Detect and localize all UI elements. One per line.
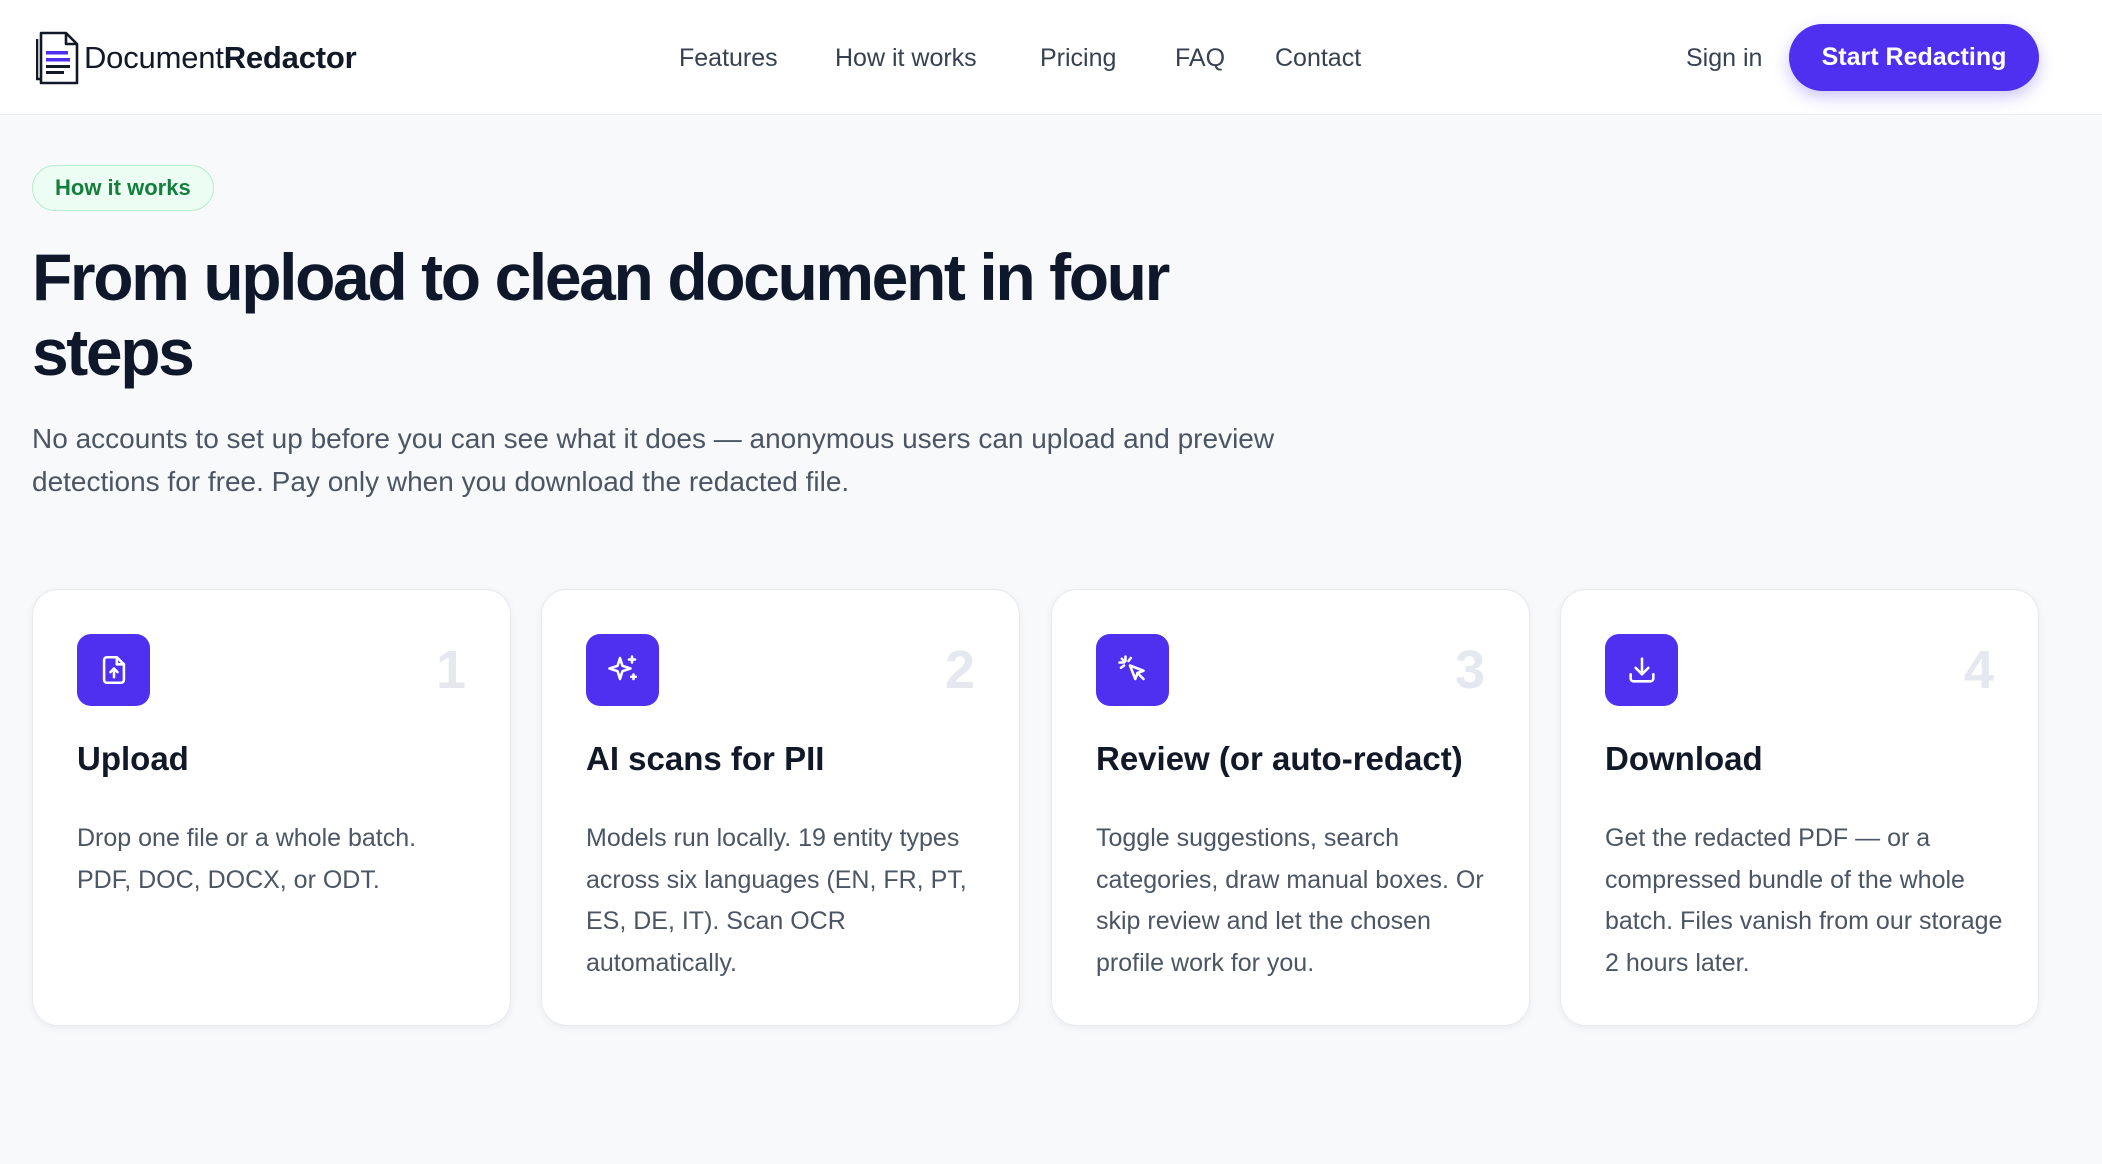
sparkles-icon	[586, 634, 659, 706]
sign-in-link[interactable]: Sign in	[1686, 38, 1762, 78]
nav-how-it-works[interactable]: How it works	[835, 38, 977, 78]
step-description: Toggle suggestions, search categories, d…	[1096, 824, 1484, 977]
step-card-upload: 1 Upload Drop one file or a whole batch.…	[32, 589, 511, 1026]
file-upload-icon	[77, 634, 150, 706]
cursor-click-icon	[1096, 634, 1169, 706]
step-card-download: 4 Download Get the redacted PDF — or a c…	[1560, 589, 2039, 1026]
nav-contact[interactable]: Contact	[1275, 38, 1361, 78]
step-description: Models run locally. 19 entity types acro…	[586, 824, 967, 977]
step-number: 2	[944, 640, 975, 700]
step-number: 3	[1454, 640, 1485, 700]
step-title: Download	[1605, 740, 1763, 777]
nav-faq[interactable]: FAQ	[1175, 38, 1225, 78]
download-icon	[1605, 634, 1678, 706]
step-number: 1	[435, 640, 466, 700]
step-card-ai-scan: 2 AI scans for PII Models run locally. 1…	[541, 589, 1020, 1026]
step-description: Drop one file or a whole batch. PDF, DOC…	[77, 824, 417, 894]
nav-features[interactable]: Features	[679, 38, 778, 78]
step-card-review: 3 Review (or auto-redact) Toggle suggest…	[1051, 589, 1530, 1026]
section-badge: How it works	[32, 165, 214, 211]
site-header: DocumentRedactor Features How it works P…	[0, 0, 2102, 115]
step-title: AI scans for PII	[586, 740, 825, 777]
main-nav: Features How it works Pricing FAQ Contac…	[0, 38, 2102, 78]
start-redacting-button[interactable]: Start Redacting	[1789, 24, 2039, 91]
nav-pricing[interactable]: Pricing	[1040, 38, 1116, 78]
step-title: Review (or auto-redact)	[1096, 740, 1463, 777]
page-subtitle: No accounts to set up before you can see…	[32, 423, 1275, 497]
step-title: Upload	[77, 740, 189, 777]
page-title: From upload to clean document in four st…	[32, 240, 1170, 389]
step-description: Get the redacted PDF — or a compressed b…	[1605, 824, 2003, 977]
step-number: 4	[1963, 640, 1994, 700]
